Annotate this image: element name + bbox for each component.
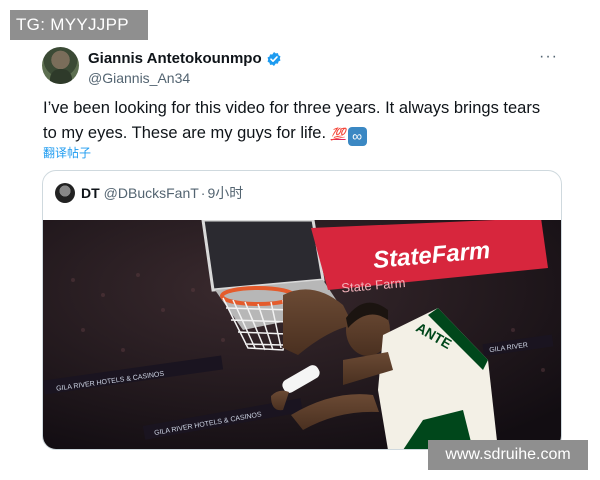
backboard bbox=[201, 220, 325, 292]
tweet-text: I’ve been looking for this video for thr… bbox=[43, 96, 558, 147]
quoted-avatar[interactable] bbox=[55, 183, 75, 203]
tweet-body: I’ve been looking for this video for thr… bbox=[43, 99, 541, 142]
translate-post-link[interactable]: 翻译帖子 bbox=[43, 144, 91, 161]
tweet-card: Giannis Antetokounmpo @Giannis_An34 ··· … bbox=[30, 36, 570, 450]
verified-badge-icon bbox=[267, 51, 281, 66]
author-handle[interactable]: @Giannis_An34 bbox=[88, 70, 190, 86]
quoted-header: DT @DBucksFanT · 9小时 bbox=[55, 183, 243, 203]
more-horizontal-icon[interactable]: ··· bbox=[539, 48, 558, 66]
quoted-media-image[interactable]: GILA RIVER HOTELS & CASINOS GILA RIVER H… bbox=[43, 220, 561, 450]
quoted-author-name[interactable]: DT bbox=[81, 185, 100, 201]
avatar[interactable] bbox=[42, 47, 79, 84]
quoted-timestamp[interactable]: 9小时 bbox=[207, 183, 243, 203]
quoted-author-handle[interactable]: @DBucksFanT bbox=[104, 185, 199, 201]
watermark-top: TG: MYYJJPP bbox=[10, 10, 148, 40]
author-name[interactable]: Giannis Antetokounmpo bbox=[88, 50, 262, 67]
separator: · bbox=[200, 185, 206, 201]
author-row: Giannis Antetokounmpo bbox=[88, 50, 282, 67]
watermark-bottom: www.sdruihe.com bbox=[428, 440, 588, 470]
hundred-points-icon: 💯 bbox=[330, 127, 346, 141]
infinity-icon: ∞ bbox=[347, 127, 367, 146]
quoted-tweet[interactable]: DT @DBucksFanT · 9小时 GILA RIVER HOTELS &… bbox=[42, 170, 562, 450]
